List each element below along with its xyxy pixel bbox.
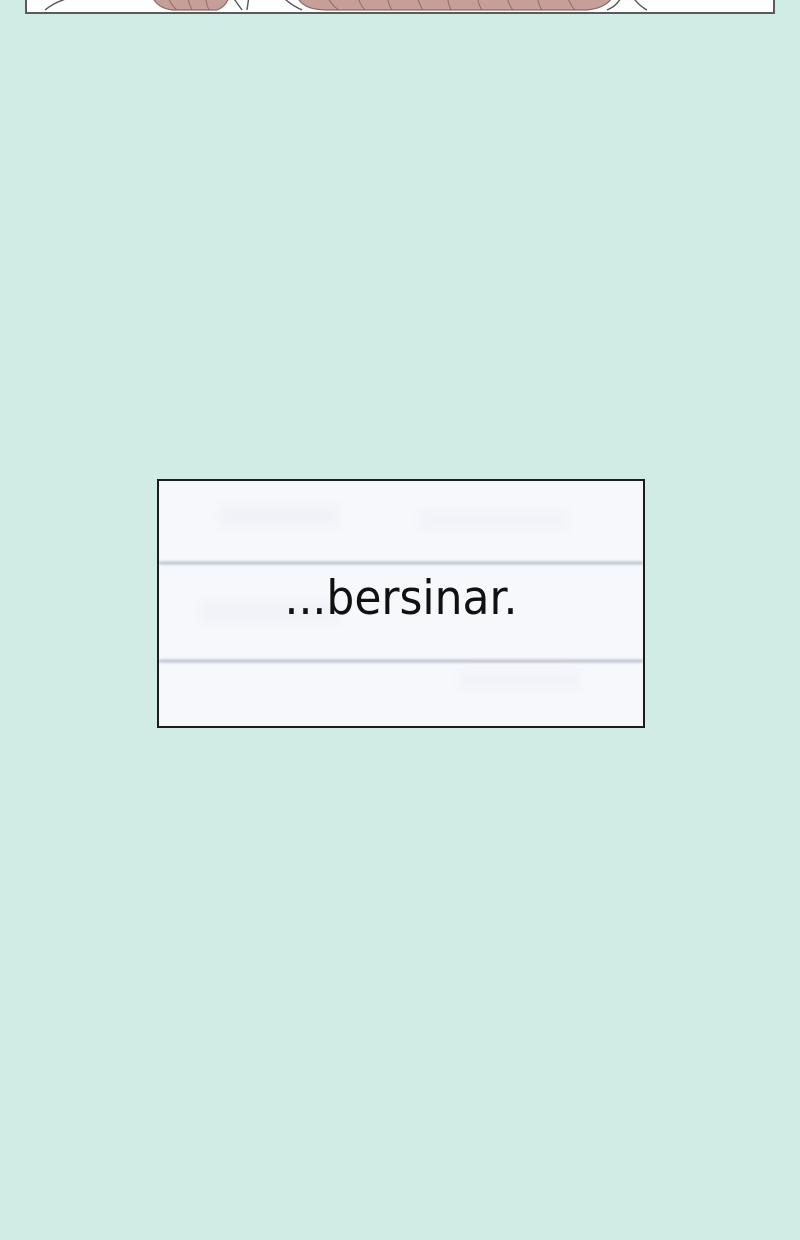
panel-artwork xyxy=(44,0,648,11)
comic-page: ...bersinar. xyxy=(0,0,800,1240)
previous-panel-fragment xyxy=(25,0,775,14)
caption-box: ...bersinar. xyxy=(157,479,645,728)
caption-text: ...bersinar. xyxy=(284,570,518,627)
